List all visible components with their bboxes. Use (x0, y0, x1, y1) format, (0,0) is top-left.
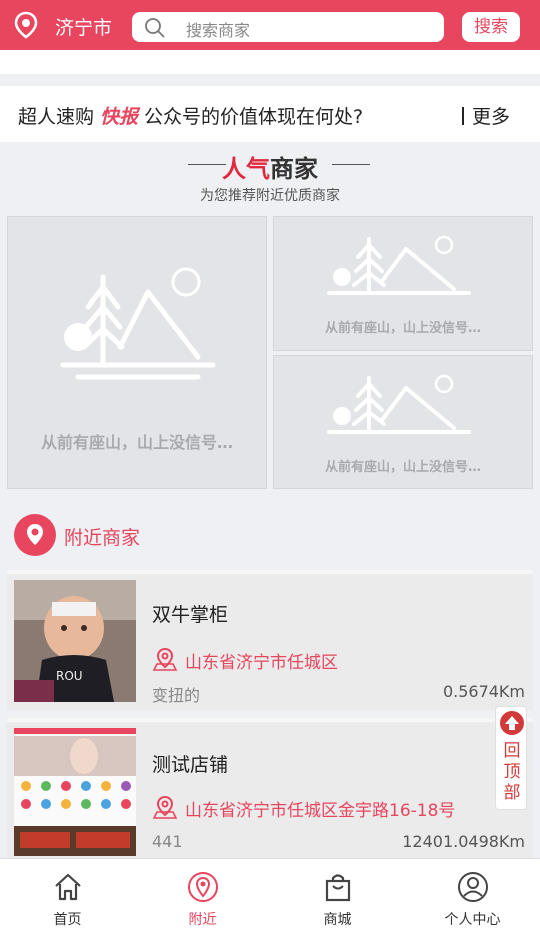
popular-shop-tile[interactable]: 从前有座山，山上没信号… (273, 216, 533, 351)
nav-label-nearby: 附近 (188, 912, 217, 928)
shop-name: 测试店铺 (152, 754, 229, 776)
shop-distance: 12401.0498Km (402, 832, 525, 851)
location-icon (188, 872, 218, 902)
shop-thumbnail: ROU (14, 580, 136, 702)
news-headline[interactable]: 超人速购 快报 公众号的价值体现在何处? (18, 102, 363, 129)
nav-item-nearby[interactable]: 附近 (135, 859, 270, 930)
news-badge: 快报 (100, 106, 139, 128)
banner-strip (0, 50, 540, 74)
popular-subtitle: 为您推荐附近优质商家 (200, 188, 340, 204)
news-title: 公众号的价值体现在何处? (144, 106, 364, 128)
search-icon (145, 18, 165, 38)
title-divider-right (332, 164, 370, 165)
tile-caption: 从前有座山，山上没信号… (324, 460, 481, 475)
popular-shop-tile[interactable]: 从前有座山，山上没信号… (7, 216, 267, 489)
popular-shop-tile[interactable]: 从前有座山，山上没信号… (273, 355, 533, 489)
shop-name: 双牛掌柜 (152, 604, 229, 626)
home-icon (55, 873, 81, 901)
bottom-nav: 首页 附近 商城 个人中心 (0, 858, 540, 930)
nav-label-profile: 个人中心 (444, 912, 501, 928)
news-prefix: 超人速购 (18, 106, 95, 128)
image-placeholder-icon (60, 267, 216, 380)
popular-title: 人气商家 (0, 149, 540, 184)
city-selector[interactable]: 济宁市 (55, 13, 112, 40)
tile-caption: 从前有座山，山上没信号… (40, 433, 233, 452)
shop-address: 山东省济宁市任城区 (185, 653, 338, 673)
address-pin-icon (152, 795, 178, 819)
search-button[interactable]: 搜索 (462, 12, 520, 42)
arrow-up-icon (500, 711, 524, 735)
news-ticker[interactable]: 超人速购 快报 公众号的价值体现在何处? 更多 (0, 86, 540, 142)
popular-section-header: 人气商家 为您推荐附近优质商家 (0, 145, 540, 211)
nearby-section-header: 附近商家 (0, 506, 540, 564)
tile-caption: 从前有座山，山上没信号… (324, 321, 481, 336)
nav-label-home: 首页 (53, 912, 82, 928)
nav-item-profile[interactable]: 个人中心 (405, 859, 540, 930)
search-placeholder: 搜索商家 (186, 21, 251, 40)
nav-item-mall[interactable]: 商城 (270, 859, 405, 930)
svg-text:ROU: ROU (56, 669, 83, 683)
popular-title-rest: 商家 (270, 155, 318, 183)
shop-description: 441 (152, 832, 183, 851)
image-placeholder-icon (327, 235, 471, 295)
back-to-top-button[interactable]: 回顶部 (495, 706, 527, 810)
image-placeholder-icon (327, 374, 471, 434)
nav-item-home[interactable]: 首页 (0, 859, 135, 930)
popular-title-highlight: 人气 (222, 155, 270, 183)
shop-description: 变扭的 (152, 686, 201, 705)
shop-card[interactable]: 测试店铺 山东省济宁市任城区金宇路16-18号 441 12401.0498Km (7, 718, 533, 858)
shop-address: 山东省济宁市任城区金宇路16-18号 (185, 801, 456, 821)
shopping-bag-icon (325, 874, 351, 902)
shop-thumbnail (14, 728, 136, 856)
nearby-title: 附近商家 (64, 527, 141, 549)
search-input[interactable]: 搜索商家 (132, 12, 444, 42)
location-pin-icon[interactable] (12, 11, 40, 39)
back-to-top-label: 回顶部 (503, 741, 521, 803)
address-pin-icon (152, 647, 178, 671)
top-bar: 济宁市 搜索商家 搜索 (0, 0, 540, 50)
shop-distance: 0.5674Km (442, 682, 525, 701)
nearby-location-icon (14, 514, 56, 556)
news-more-link[interactable]: 更多 (462, 102, 510, 129)
user-icon (458, 872, 488, 902)
shop-card[interactable]: ROU 双牛掌柜 山东省济宁市任城区 变扭的 0.5674Km (7, 570, 533, 710)
nav-label-mall: 商城 (323, 912, 352, 928)
